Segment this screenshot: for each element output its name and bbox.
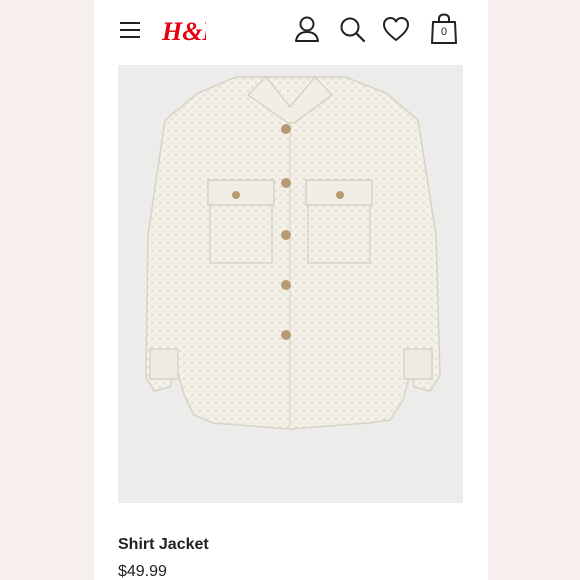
bag-count-badge: 0: [440, 26, 448, 38]
search-icon[interactable]: [337, 14, 367, 44]
product-image[interactable]: [118, 65, 463, 503]
mobile-page: H&M 0: [94, 0, 488, 580]
menu-icon[interactable]: [118, 18, 142, 42]
brand-logo[interactable]: H&M: [160, 13, 206, 47]
account-icon[interactable]: [292, 14, 322, 44]
product-title[interactable]: Shirt Jacket: [118, 536, 209, 554]
top-nav-bar: H&M 0: [94, 0, 488, 60]
heart-icon[interactable]: [381, 14, 411, 44]
shopping-bag-button[interactable]: 0: [430, 13, 458, 45]
brand-logo-text: H&M: [161, 17, 206, 46]
product-price: $49.99: [118, 563, 167, 580]
